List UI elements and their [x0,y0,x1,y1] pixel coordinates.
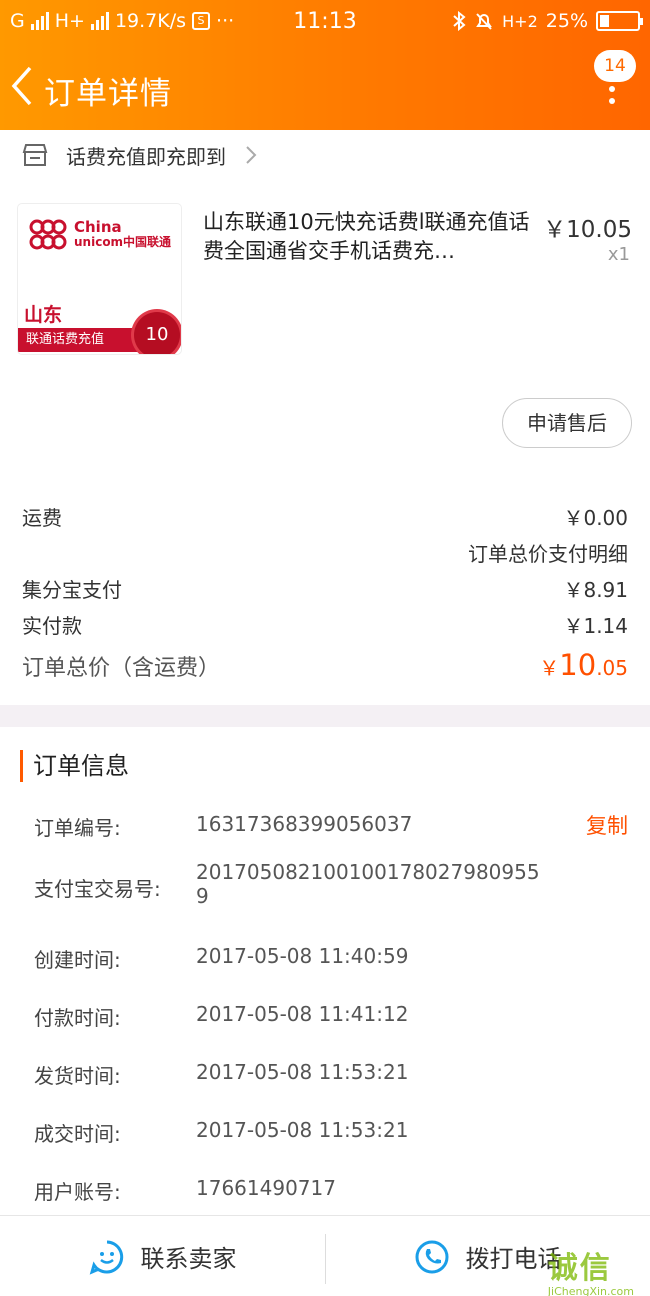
info-value: 2017-05-08 11:41:12 [196,1002,409,1026]
chevron-right-icon [246,146,257,164]
logo-text: China unicom中国联通 [74,218,172,250]
chevron-left-icon[interactable] [8,64,38,108]
product-price: ￥10.05 [543,217,632,243]
jifenbao-row: 集分宝支付 ￥8.91 [22,570,628,606]
product-thumbnail: China unicom中国联通 山东 联通话费充值 10 [18,204,181,354]
shipping-value: ￥0.00 [563,506,628,530]
info-key: 付款时间: [34,1006,121,1030]
bluetooth-icon [453,11,466,31]
phone-icon [415,1240,448,1273]
product-quantity: x1 [607,244,630,265]
info-key: 成交时间: [34,1122,121,1146]
paid-value: ￥1.14 [563,614,628,638]
china-unicom-logo-icon [29,219,67,250]
page-title: 订单详情 [44,76,172,112]
order-info-title: 订单信息 [20,750,129,782]
info-key: 用户账号: [34,1180,121,1204]
mute-bell-icon [476,13,493,30]
battery-percent: 25% [545,10,588,32]
copy-button[interactable]: 复制 [586,810,628,840]
nav-bar: 订单详情 14 [0,46,650,130]
info-value: 16317368399056037 [196,812,413,836]
network-label-2: H+2 [502,11,538,31]
shop-icon [22,144,48,166]
total-value: ￥10.05 [539,648,628,682]
contact-seller-label: 联系卖家 [140,1245,237,1273]
total-label: 订单总价（含运费） [22,656,221,681]
info-value: 2017050821001001780279809559 [196,860,540,908]
paid-label: 实付款 [22,614,82,638]
section-divider [0,705,650,727]
product-title: 山东联通10元快充话费l联通充值话费全国通省交手机话费充… [203,210,530,263]
shipping-row: 运费 ￥0.00 [22,498,628,534]
contact-seller-button[interactable]: 联系卖家 [0,1216,325,1296]
shop-row[interactable]: 话费充值即充即到 [0,132,650,178]
info-key: 订单编号: [34,816,121,840]
battery-icon [596,11,643,31]
header: G H+ 19.7K/s S ··· 11:13 H+2 25% 订单详情 14 [0,0,650,130]
jifenbao-label: 集分宝支付 [22,578,122,602]
status-bar: G H+ 19.7K/s S ··· 11:13 H+2 25% [0,0,650,46]
more-menu-button[interactable]: 14 [590,50,636,110]
message-count-badge: 14 [594,50,636,82]
shop-name: 话费充值即充即到 [66,144,226,169]
after-sale-button[interactable]: 申请售后 [502,398,632,448]
denomination-seal: 10 [134,312,180,354]
province-label: 山东 [24,304,63,326]
info-value: 2017-05-08 11:53:21 [196,1060,409,1084]
watermark-logo: 诚信 [547,1251,612,1286]
jifenbao-value: ￥8.91 [563,578,628,602]
paid-row: 实付款 ￥1.14 [22,606,628,642]
info-value: 17661490717 [196,1176,336,1200]
site-watermark: 诚信 JiChengXin.com [548,1243,634,1296]
info-value: 2017-05-08 11:53:21 [196,1118,409,1142]
watermark-url: JiChengXin.com [547,1285,634,1296]
chat-face-icon [89,1240,123,1275]
status-right: H+2 25% [452,10,643,32]
info-value: 2017-05-08 11:40:59 [196,944,409,968]
product-item[interactable]: China unicom中国联通 山东 联通话费充值 10 山东联通10元快充话… [0,196,650,376]
total-row: 订单总价（含运费） ￥10.05 [22,646,628,690]
payment-detail-link[interactable]: 订单总价支付明细 [468,538,628,567]
shipping-label: 运费 [22,506,62,530]
info-key: 支付宝交易号: [34,877,161,901]
info-key: 发货时间: [34,1064,121,1088]
vertical-dots-icon [609,86,615,110]
info-key: 创建时间: [34,948,121,972]
